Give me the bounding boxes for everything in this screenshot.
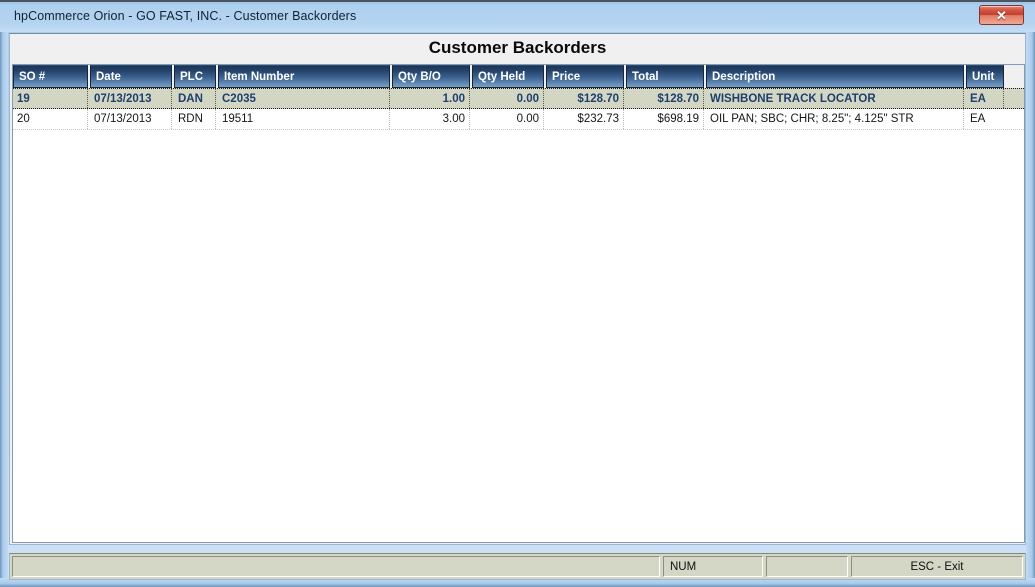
- cell-value: EA: [970, 92, 986, 105]
- window-frame-right: [1026, 2, 1035, 587]
- cell-value: 07/13/2013: [94, 92, 152, 105]
- column-header-total[interactable]: Total: [626, 65, 704, 88]
- window-frame-left: [0, 2, 8, 587]
- status-panel-middle: [766, 556, 848, 577]
- cell-date[interactable]: 07/13/2013: [90, 109, 172, 129]
- grid-body: 19 07/13/2013 DAN C2035 1.00 0.00 $128.70 $128.…: [13, 88, 1024, 130]
- column-header-label: Description: [712, 70, 776, 83]
- column-header-desc[interactable]: Description: [706, 65, 964, 88]
- cell-desc[interactable]: WISHBONE TRACK LOCATOR: [706, 89, 964, 108]
- backorders-grid[interactable]: SO # Date PLC Item Number Qty B/O Qty Held Pri…: [12, 64, 1025, 543]
- cell-unit[interactable]: EA: [966, 89, 1004, 108]
- cell-value: 20: [17, 113, 30, 125]
- grid-header-row: SO # Date PLC Item Number Qty B/O Qty Held Pri…: [13, 65, 1024, 88]
- cell-value: RDN: [178, 113, 203, 125]
- cell-desc[interactable]: OIL PAN; SBC; CHR; 8.25"; 4.125" STR: [706, 109, 964, 129]
- cell-total[interactable]: $698.19: [626, 109, 704, 129]
- column-header-label: Qty Held: [478, 70, 526, 83]
- table-row[interactable]: 20 07/13/2013 RDN 19511 3.00 0.00 $232.73 $698.…: [13, 109, 1024, 130]
- cell-date[interactable]: 07/13/2013: [90, 89, 172, 108]
- cell-value: WISHBONE TRACK LOCATOR: [710, 92, 876, 105]
- column-header-label: Item Number: [224, 70, 295, 83]
- close-button[interactable]: ✕: [979, 5, 1024, 25]
- close-icon: ✕: [996, 7, 1007, 23]
- column-header-label: Date: [96, 70, 121, 83]
- client-area: Customer Backorders SO # Date PLC Item Numb…: [9, 33, 1026, 545]
- cell-plc[interactable]: DAN: [174, 89, 216, 108]
- status-panel-num-lock: NUM: [663, 556, 763, 577]
- cell-value: 3.00: [442, 113, 465, 125]
- window-title: hpCommerce Orion - GO FAST, INC. - Custo…: [14, 9, 357, 23]
- cell-value: 19: [17, 92, 30, 105]
- cell-value: 07/13/2013: [94, 113, 152, 125]
- status-bar: NUM ESC - Exit: [9, 553, 1026, 580]
- cell-qtyh[interactable]: 0.00: [472, 109, 544, 129]
- cell-qtybo[interactable]: 1.00: [392, 89, 470, 108]
- cell-value: C2035: [222, 92, 256, 105]
- column-header-plc[interactable]: PLC: [174, 65, 216, 88]
- cell-value: $128.70: [657, 92, 699, 105]
- cell-so[interactable]: 19: [13, 89, 88, 108]
- cell-plc[interactable]: RDN: [174, 109, 216, 129]
- cell-qtybo[interactable]: 3.00: [392, 109, 470, 129]
- column-header-label: Qty B/O: [398, 70, 441, 83]
- cell-total[interactable]: $128.70: [626, 89, 704, 108]
- status-panel-esc-exit: ESC - Exit: [851, 556, 1023, 577]
- cell-value: EA: [970, 113, 986, 125]
- cell-qtyh[interactable]: 0.00: [472, 89, 544, 108]
- cell-item[interactable]: 19511: [218, 109, 390, 129]
- cell-price[interactable]: $232.73: [546, 109, 624, 129]
- column-header-label: SO #: [19, 70, 46, 83]
- cell-value: OIL PAN; SBC; CHR; 8.25"; 4.125" STR: [710, 113, 914, 125]
- status-panel-message: [12, 556, 660, 577]
- column-header-label: PLC: [180, 70, 203, 83]
- column-header-date[interactable]: Date: [90, 65, 172, 88]
- cell-value: 0.00: [516, 92, 539, 105]
- table-row[interactable]: 19 07/13/2013 DAN C2035 1.00 0.00 $128.70 $128.…: [13, 88, 1024, 109]
- cell-value: 19511: [222, 113, 254, 125]
- column-header-qtybo[interactable]: Qty B/O: [392, 65, 470, 88]
- cell-value: 0.00: [516, 113, 539, 125]
- title-bar[interactable]: hpCommerce Orion - GO FAST, INC. - Custo…: [0, 2, 1035, 32]
- column-header-unit[interactable]: Unit: [966, 65, 1004, 88]
- cell-unit[interactable]: EA: [966, 109, 1004, 129]
- cell-value: $232.73: [577, 113, 619, 125]
- column-header-qtyh[interactable]: Qty Held: [472, 65, 544, 88]
- column-header-so[interactable]: SO #: [13, 65, 88, 88]
- column-header-label: Unit: [972, 70, 995, 83]
- column-header-price[interactable]: Price: [546, 65, 624, 88]
- cell-item[interactable]: C2035: [218, 89, 390, 108]
- cell-price[interactable]: $128.70: [546, 89, 624, 108]
- cell-value: DAN: [178, 92, 203, 105]
- cell-value: 1.00: [442, 92, 465, 105]
- application-window: hpCommerce Orion - GO FAST, INC. - Custo…: [0, 0, 1035, 587]
- cell-value: $698.19: [657, 113, 699, 125]
- column-header-item[interactable]: Item Number: [218, 65, 390, 88]
- column-header-label: Total: [632, 70, 659, 83]
- cell-value: $128.70: [577, 92, 619, 105]
- column-header-label: Price: [552, 70, 581, 83]
- page-title: Customer Backorders: [428, 38, 607, 57]
- cell-so[interactable]: 20: [13, 109, 88, 129]
